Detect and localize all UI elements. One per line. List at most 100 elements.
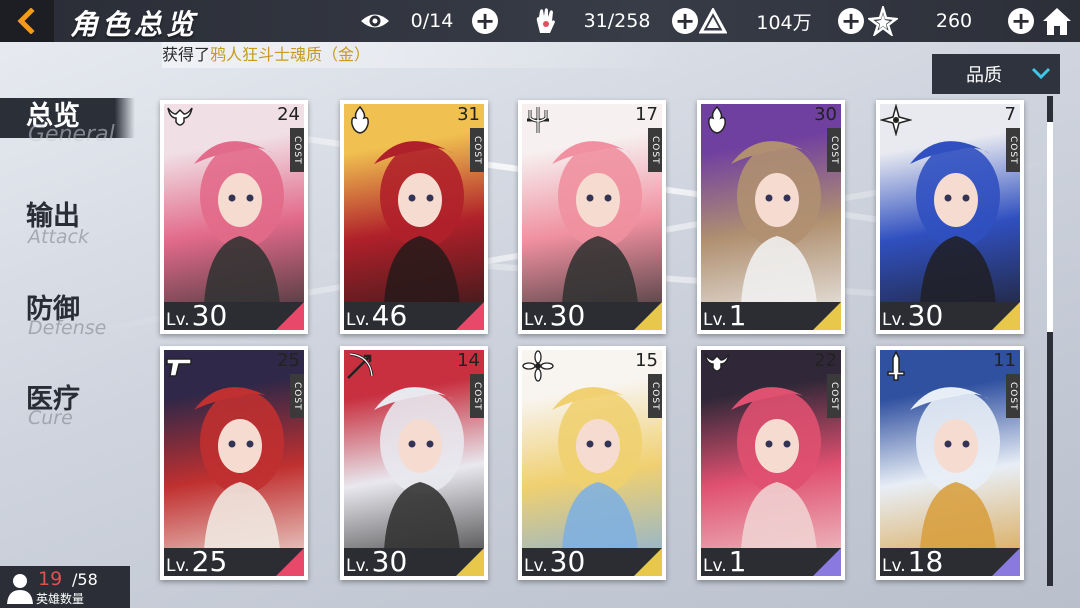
rank-indicator	[813, 302, 841, 330]
character-portrait	[344, 104, 484, 330]
home-button[interactable]	[1040, 4, 1074, 38]
card-level: Lv.30	[166, 299, 227, 332]
level-prefix: Lv.	[882, 556, 906, 576]
card-cost: 22	[814, 350, 837, 371]
pistol-icon	[166, 358, 192, 377]
level-value: 18	[907, 545, 944, 578]
sort-label: 品质	[966, 65, 1002, 86]
demon-horns-icon	[167, 107, 193, 126]
flower-icon	[522, 350, 554, 382]
rank-indicator	[456, 302, 484, 330]
chevron-down-icon	[1031, 67, 1051, 80]
resource-pyramid: 104万 +	[696, 5, 864, 37]
add-vision-button[interactable]: +	[472, 8, 498, 34]
level-value: 30	[191, 299, 228, 332]
notification-ticker: 获得了鸦人狂斗士魂质（金）	[162, 42, 682, 68]
resource-value: 260	[935, 10, 973, 32]
back-arrow-icon	[17, 8, 35, 34]
tab-sublabel: Cure	[28, 407, 73, 429]
ticker-prefix: 获得了	[162, 45, 211, 64]
tab-general[interactable]: 总览 General	[0, 98, 135, 147]
character-card[interactable]: 25 COST Lv.25	[160, 346, 308, 580]
character-portrait	[880, 104, 1020, 330]
cost-label: COST	[290, 374, 304, 418]
trident-icon	[527, 107, 549, 133]
card-level: Lv.30	[882, 299, 943, 332]
character-portrait	[880, 350, 1020, 576]
card-cost: 17	[635, 104, 658, 125]
card-level: Lv.1	[703, 299, 746, 332]
tab-attack[interactable]: 输出 Attack	[0, 192, 135, 248]
card-level: Lv.25	[166, 545, 227, 578]
level-value: 30	[549, 545, 586, 578]
character-card[interactable]: 14 COST Lv.30	[340, 346, 488, 580]
rank-indicator	[992, 548, 1020, 576]
card-level: Lv.30	[524, 545, 585, 578]
level-prefix: Lv.	[703, 310, 727, 330]
cost-label: COST	[827, 128, 841, 172]
card-level: Lv.46	[346, 299, 407, 332]
add-hand-button[interactable]: +	[672, 8, 698, 34]
level-value: 30	[907, 299, 944, 332]
rank-indicator	[813, 548, 841, 576]
level-value: 46	[371, 299, 408, 332]
cost-label: COST	[290, 128, 304, 172]
character-card[interactable]: 7 COST Lv.30	[876, 100, 1024, 334]
hand-icon	[528, 6, 562, 36]
top-bar: 角色总览 0/14 + 31/258 + 104万 + 260 +	[0, 0, 1080, 42]
cost-label: COST	[1006, 128, 1020, 172]
sort-dropdown[interactable]: 品质	[932, 54, 1060, 94]
hero-count-total: /58	[72, 570, 98, 589]
resource-value: 31/258	[583, 10, 651, 32]
scrollbar[interactable]	[1047, 96, 1053, 586]
card-cost: 11	[993, 350, 1016, 371]
level-prefix: Lv.	[882, 310, 906, 330]
resource-value: 104万	[756, 11, 812, 34]
character-card[interactable]: 24 COST Lv.30	[160, 100, 308, 334]
flame-icon	[351, 105, 369, 134]
add-pyramid-button[interactable]: +	[838, 8, 864, 34]
page-title: 角色总览	[70, 8, 199, 41]
level-value: 1	[728, 299, 747, 332]
hero-count-label: 英雄数量	[36, 592, 85, 606]
back-button[interactable]	[0, 0, 54, 42]
shuriken-icon	[880, 104, 912, 136]
cost-label: COST	[1006, 374, 1020, 418]
card-cost: 14	[457, 350, 480, 371]
card-level: Lv.30	[524, 299, 585, 332]
level-value: 25	[191, 545, 228, 578]
card-cost: 7	[1004, 104, 1016, 125]
pyramid-icon	[696, 6, 730, 36]
character-card[interactable]: 22 COST Lv.1	[697, 346, 845, 580]
star-icon	[866, 6, 900, 36]
level-prefix: Lv.	[703, 556, 727, 576]
level-prefix: Lv.	[166, 310, 190, 330]
rank-indicator	[276, 302, 304, 330]
cost-label: COST	[470, 374, 484, 418]
character-portrait	[701, 350, 841, 576]
sword-icon	[887, 350, 905, 381]
tab-defense[interactable]: 防御 Defense	[0, 285, 135, 341]
character-portrait	[522, 104, 662, 330]
card-cost: 15	[635, 350, 658, 371]
add-star-button[interactable]: +	[1008, 8, 1034, 34]
card-cost: 30	[814, 104, 837, 125]
character-card[interactable]: 30 COST Lv.1	[697, 100, 845, 334]
resource-value: 0/14	[410, 10, 454, 32]
character-card[interactable]: 31 COST Lv.46	[340, 100, 488, 334]
character-card[interactable]: 17 COST Lv.30	[518, 100, 666, 334]
level-value: 30	[549, 299, 586, 332]
character-card[interactable]: 11 COST Lv.18	[876, 346, 1024, 580]
bow-icon	[347, 352, 374, 379]
scrollbar-thumb[interactable]	[1047, 122, 1053, 332]
level-prefix: Lv.	[524, 556, 548, 576]
rank-indicator	[276, 548, 304, 576]
level-value: 1	[728, 545, 747, 578]
character-card[interactable]: 15 COST Lv.30	[518, 346, 666, 580]
tab-cure[interactable]: 医疗 Cure	[0, 375, 135, 431]
level-value: 30	[371, 545, 408, 578]
card-cost: 31	[457, 104, 480, 125]
level-prefix: Lv.	[346, 310, 370, 330]
tab-sublabel: Attack	[28, 226, 89, 248]
card-level: Lv.1	[703, 545, 746, 578]
